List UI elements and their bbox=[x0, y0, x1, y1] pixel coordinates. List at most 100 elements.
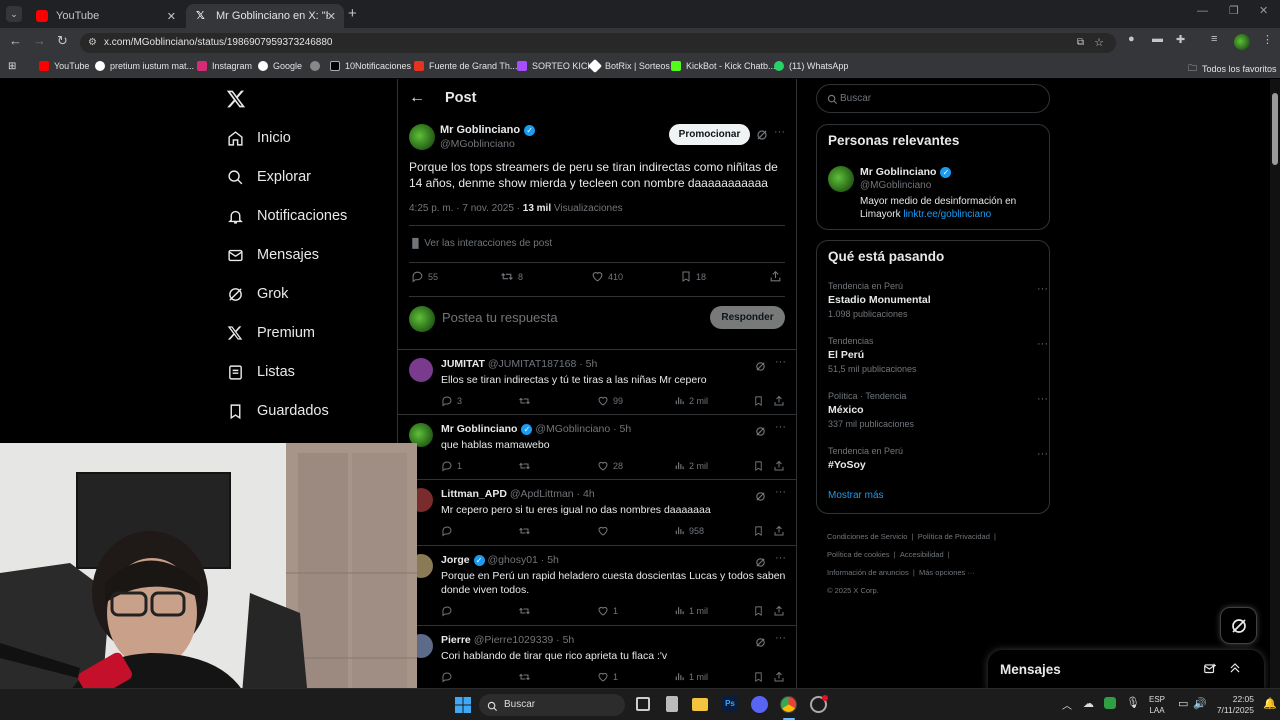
bookmark-action[interactable] bbox=[753, 395, 768, 407]
footer-link[interactable]: Accesibilidad bbox=[900, 550, 944, 559]
bookmark-kickbot[interactable]: KickBot - Kick Chatb... bbox=[671, 61, 776, 71]
task-view-icon[interactable] bbox=[636, 697, 650, 711]
taskbar-search[interactable]: Buscar bbox=[479, 694, 625, 716]
messages-drawer[interactable]: Mensajes bbox=[988, 650, 1264, 688]
bookmark-action[interactable]: 18 bbox=[680, 270, 706, 283]
file-explorer-icon[interactable] bbox=[692, 698, 708, 711]
tab-youtube[interactable]: YouTube ✕ bbox=[26, 4, 184, 28]
view-interactions-link[interactable]: ▐▌ Ver las interacciones de post bbox=[409, 238, 552, 249]
reply-action[interactable] bbox=[441, 605, 457, 617]
more-options-icon[interactable]: ··· bbox=[775, 356, 786, 368]
apps-icon[interactable]: ⊞ bbox=[8, 61, 16, 72]
nav-grok[interactable]: Grok bbox=[226, 279, 288, 309]
more-options-icon[interactable]: ··· bbox=[1037, 448, 1048, 460]
more-options-icon[interactable]: ··· bbox=[1037, 338, 1048, 350]
reply-item[interactable]: JUMITAT @JUMITAT187168 · 5h ··· Ellos se t… bbox=[398, 350, 796, 415]
author-avatar[interactable] bbox=[409, 124, 435, 150]
more-options-icon[interactable]: ··· bbox=[1037, 283, 1048, 295]
close-tab-icon[interactable]: ✕ bbox=[167, 10, 176, 23]
reply-time[interactable]: · 5h bbox=[556, 634, 574, 646]
like-action[interactable]: 28 bbox=[597, 460, 623, 472]
photoshop-icon[interactable]: Ps bbox=[722, 696, 738, 712]
reply-action[interactable]: 3 bbox=[441, 395, 462, 407]
reply-author-name[interactable]: Pierre bbox=[441, 634, 471, 646]
like-action[interactable]: 410 bbox=[591, 270, 623, 283]
like-action[interactable] bbox=[597, 525, 613, 537]
share-action[interactable] bbox=[769, 270, 786, 283]
bookmark-pretium[interactable]: pretium iustum mat... bbox=[95, 61, 194, 71]
repost-action[interactable]: 8 bbox=[500, 270, 523, 283]
views-action[interactable]: 1 mil bbox=[674, 671, 708, 682]
views-action[interactable]: 958 bbox=[674, 525, 704, 536]
share-action[interactable] bbox=[773, 605, 789, 617]
trend-item[interactable]: Política · Tendencia México 337 mil publ… bbox=[828, 391, 1048, 429]
menu-icon[interactable]: ⋮ bbox=[1262, 33, 1273, 46]
profile-avatar[interactable] bbox=[1234, 34, 1250, 50]
repost-action[interactable] bbox=[518, 525, 535, 537]
bookmark-gta[interactable]: Fuente de Grand Th... bbox=[414, 61, 517, 71]
bookmark-instagram[interactable]: Instagram bbox=[197, 61, 252, 71]
close-tab-icon[interactable]: ✕ bbox=[327, 10, 336, 23]
footer-link[interactable]: Más opciones ··· bbox=[919, 568, 975, 577]
media-control-icon[interactable]: ≡ bbox=[1211, 33, 1217, 45]
new-tab-button[interactable]: + bbox=[348, 5, 357, 22]
more-options-icon[interactable]: ··· bbox=[775, 486, 786, 498]
install-app-icon[interactable]: ⧉ bbox=[1077, 33, 1084, 53]
like-action[interactable]: 1 bbox=[597, 605, 618, 617]
repost-action[interactable] bbox=[518, 671, 535, 683]
trend-item[interactable]: Tendencias El Perú 51,5 mil publicacione… bbox=[828, 336, 1048, 374]
show-more-link[interactable]: Mostrar más bbox=[828, 490, 884, 501]
reply-author-name[interactable]: JUMITAT bbox=[441, 358, 485, 370]
relevant-name[interactable]: Mr Goblinciano ✓ bbox=[860, 166, 952, 178]
more-options-icon[interactable]: ··· bbox=[775, 552, 786, 564]
nav-guardados[interactable]: Guardados bbox=[226, 396, 329, 426]
reply-item[interactable]: Mr Goblinciano ✓ @MGoblinciano · 5h ··· que… bbox=[398, 415, 796, 480]
nav-explorar[interactable]: Explorar bbox=[226, 162, 311, 192]
author-handle[interactable]: @MGoblinciano bbox=[440, 138, 515, 150]
bookmark-star-icon[interactable]: ☆ bbox=[1094, 33, 1104, 53]
network-icon[interactable]: ▭ bbox=[1178, 697, 1188, 710]
search-box[interactable]: Buscar bbox=[816, 84, 1050, 113]
reply-action[interactable]: 55 bbox=[411, 270, 438, 283]
bookmark-action[interactable] bbox=[753, 525, 768, 537]
grok-explain-icon[interactable] bbox=[756, 128, 768, 146]
reply-avatar[interactable] bbox=[409, 358, 433, 382]
nav-notificaciones[interactable]: Notificaciones bbox=[226, 201, 347, 231]
reply-input[interactable]: Postea tu respuesta bbox=[442, 310, 702, 325]
microphone-icon[interactable]: 🎙 bbox=[1126, 696, 1140, 709]
reply-time[interactable]: · 5h bbox=[541, 554, 559, 566]
share-action[interactable] bbox=[773, 525, 789, 537]
views-action[interactable]: 1 mil bbox=[674, 605, 708, 616]
tray-app-icon[interactable] bbox=[1104, 697, 1116, 709]
promote-button[interactable]: Promocionar bbox=[669, 124, 750, 145]
extensions-puzzle-icon[interactable]: ✚ bbox=[1176, 33, 1185, 46]
all-bookmarks[interactable]: 🗀 Todos los favoritos bbox=[1188, 61, 1277, 77]
language-indicator[interactable]: ESP LAA bbox=[1149, 694, 1165, 716]
discord-icon[interactable] bbox=[751, 696, 768, 713]
extension-icon[interactable]: ▬ bbox=[1152, 33, 1163, 45]
repost-action[interactable] bbox=[518, 605, 535, 617]
notifications-icon[interactable]: 🔔 bbox=[1263, 697, 1277, 710]
chevron-up-icon[interactable]: ︿ bbox=[1062, 697, 1072, 712]
reply-action[interactable] bbox=[441, 671, 457, 683]
bookmark-10notificaciones[interactable]: 10Notificaciones bbox=[330, 61, 411, 71]
repost-action[interactable] bbox=[518, 395, 535, 407]
bookmark-whatsapp[interactable]: (11) WhatsApp bbox=[774, 61, 848, 71]
bookmark-youtube[interactable]: YouTube bbox=[39, 61, 89, 71]
bookmark-action[interactable] bbox=[753, 460, 768, 472]
chevron-up-icon[interactable] bbox=[1228, 661, 1242, 680]
like-action[interactable]: 99 bbox=[597, 395, 623, 407]
post-timestamp[interactable]: 4:25 p. m. · 7 nov. 2025 · bbox=[409, 203, 523, 214]
tab-search-button[interactable]: ⌄ bbox=[6, 6, 22, 22]
grok-floating-button[interactable] bbox=[1220, 607, 1257, 644]
clock[interactable]: 22:05 7/11/2025 bbox=[1210, 694, 1254, 716]
footer-link[interactable]: Información de anuncios bbox=[827, 568, 909, 577]
bookmark-action[interactable] bbox=[753, 605, 768, 617]
relevant-avatar[interactable] bbox=[828, 166, 854, 192]
trend-item[interactable]: Tendencia en Perú #YoSoy ··· bbox=[828, 446, 1048, 471]
bookmark-unnamed[interactable] bbox=[310, 61, 325, 71]
reply-author-handle[interactable]: @MGoblinciano bbox=[535, 423, 610, 435]
volume-icon[interactable]: 🔊 bbox=[1193, 697, 1207, 710]
reply-author-handle[interactable]: @JUMITAT187168 bbox=[488, 358, 576, 370]
nav-inicio[interactable]: Inicio bbox=[226, 123, 291, 153]
